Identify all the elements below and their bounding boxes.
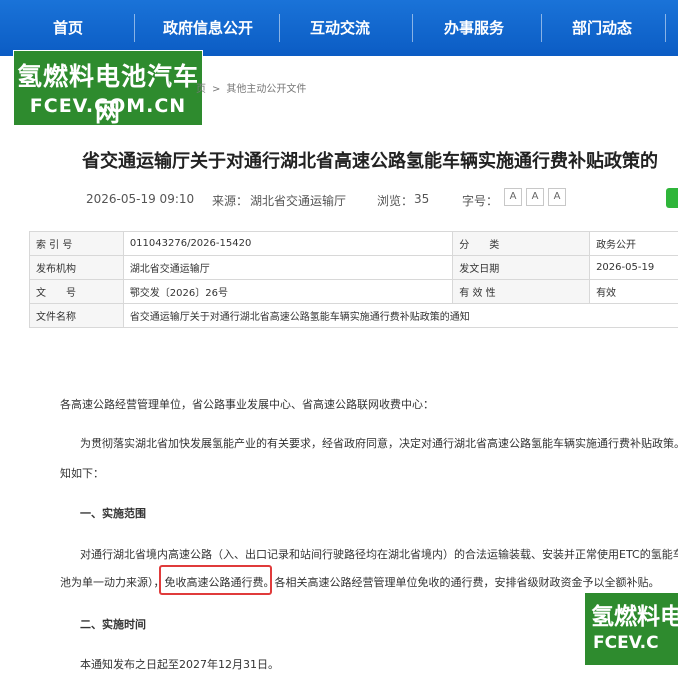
fcev-watermark: 氢燃料电 FCEV.C: [585, 593, 678, 665]
recipients-paragraph: 各高速公路经营管理单位，省公路事业发展中心、省高速公路联网收费中心：: [60, 398, 434, 411]
font-size-default-button[interactable]: A: [526, 188, 544, 206]
index-label: 索 引 号: [29, 231, 124, 256]
nav-services[interactable]: 办事服务: [424, 0, 524, 56]
logo-chinese-text: 氢燃料电池汽车网: [16, 62, 199, 127]
font-size-decrease-button[interactable]: A: [548, 188, 566, 206]
index-value: 011043276/2026-15420: [122, 231, 454, 256]
document-info-table: 索 引 号 011043276/2026-15420 分 类 政务公开 发布机构…: [29, 231, 678, 328]
table-row: 索 引 号 011043276/2026-15420 分 类 政务公开: [29, 231, 678, 256]
views-label: 浏览：: [377, 194, 414, 208]
date-value: 2026-05-19: [589, 255, 678, 280]
nav-gov-info[interactable]: 政府信息公开: [148, 0, 268, 56]
intro-paragraph-line2: 知如下：: [60, 467, 104, 480]
time-paragraph: 本通知发布之日起至2027年12月31日。: [80, 658, 279, 671]
table-row: 文 号 鄂交发〔2026〕26号 有 效 性 有效: [29, 279, 678, 304]
fontsize-label: 字号：: [462, 194, 499, 208]
scope-text-part1: 池为单一动力来源），: [60, 576, 165, 589]
validity-label: 有 效 性: [452, 279, 591, 304]
source-value: 湖北省交通运输厅: [250, 194, 347, 208]
red-highlight-box: [159, 565, 272, 595]
nav-interaction[interactable]: 互动交流: [290, 0, 390, 56]
nav-separator: [541, 14, 542, 42]
table-row: 文件名称 省交通运输厅关于对通行湖北省高速公路氢能车辆实施通行费补贴政策的通知: [29, 303, 678, 328]
breadcrumb: 页 > 其他主动公开文件: [196, 80, 306, 95]
docno-value: 鄂交发〔2026〕26号: [122, 279, 454, 304]
publisher-value: 湖北省交通运输厅: [122, 255, 454, 280]
nav-separator: [279, 14, 280, 42]
wechat-share-icon[interactable]: [666, 188, 678, 208]
scope-paragraph-line1: 对通行湖北省境内高速公路（入、出口记录和站间行驶路径均在湖北省境内）的合法运输装…: [80, 548, 678, 561]
watermark-english-text: FCEV.C: [593, 633, 659, 653]
watermark-chinese-text: 氢燃料电: [591, 604, 678, 630]
section-heading-scope: 一、实施范围: [80, 507, 146, 520]
category-label: 分 类: [452, 231, 591, 256]
table-row: 发布机构 湖北省交通运输厅 发文日期 2026-05-19: [29, 255, 678, 280]
breadcrumb-separator: >: [212, 84, 221, 95]
nav-department-news[interactable]: 部门动态: [552, 0, 652, 56]
nav-home[interactable]: 首页: [18, 0, 118, 56]
views-value: 35: [414, 192, 430, 206]
fcev-logo: 氢燃料电池汽车网 FCEV.COM.CN: [14, 51, 202, 127]
filename-value: 省交通运输厅关于对通行湖北省高速公路氢能车辆实施通行费补贴政策的通知: [122, 303, 678, 328]
top-nav-bar: 首页 政府信息公开 互动交流 办事服务 部门动态: [0, 0, 678, 56]
filename-label: 文件名称: [29, 303, 124, 328]
font-size-increase-button[interactable]: A: [504, 188, 522, 206]
nav-separator: [134, 14, 135, 42]
logo-english-text: FCEV.COM.CN: [29, 95, 187, 117]
section-heading-time: 二、实施时间: [80, 618, 146, 631]
category-value: 政务公开: [589, 231, 678, 256]
breadcrumb-item[interactable]: 页: [196, 84, 206, 95]
scope-text-part3: 各相关高速公路经营管理单位免收的通行费，安排省级财政资金予以全额补贴。: [274, 576, 660, 589]
breadcrumb-current[interactable]: 其他主动公开文件: [226, 84, 306, 95]
scope-paragraph-line2: 池为单一动力来源），免收高速公路通行费。各相关高速公路经营管理单位免收的通行费，…: [60, 574, 660, 590]
intro-paragraph-line1: 为贯彻落实湖北省加快发展氢能产业的有关要求，经省政府同意，决定对通行湖北省高速公…: [80, 437, 678, 450]
date-label: 发文日期: [452, 255, 591, 280]
article-title: 省交通运输厅关于对通行湖北省高速公路氢能车辆实施通行费补贴政策的: [82, 151, 658, 172]
validity-value: 有效: [589, 279, 678, 304]
publisher-label: 发布机构: [29, 255, 124, 280]
nav-separator: [665, 14, 666, 42]
article-datetime: 2026-05-19 09:10: [86, 192, 195, 206]
source-label: 来源：: [212, 194, 249, 208]
docno-label: 文 号: [29, 279, 124, 304]
nav-separator: [412, 14, 413, 42]
